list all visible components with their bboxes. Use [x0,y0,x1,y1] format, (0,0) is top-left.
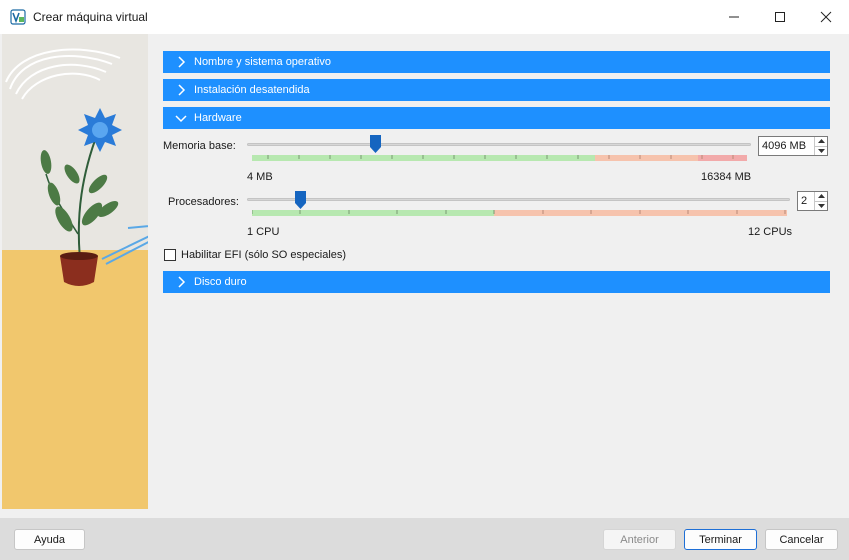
chevron-right-icon [178,56,186,68]
cancel-button[interactable]: Cancelar [765,529,838,550]
chevron-down-icon [175,115,187,123]
section-name-os[interactable]: Nombre y sistema operativo [163,51,830,73]
section-label: Instalación desatendida [194,84,310,96]
memory-slider-track[interactable] [247,143,751,146]
cpu-label: Procesadores: [168,196,239,208]
close-button[interactable] [803,0,849,34]
chevron-down-icon [817,203,825,208]
section-label: Nombre y sistema operativo [194,56,331,68]
section-label: Hardware [194,112,242,124]
cpu-spin-arrows [814,192,827,210]
memory-label: Memoria base: [163,140,236,152]
memory-spinbox[interactable]: 4096 MB [758,136,828,156]
section-unattended-install[interactable]: Instalación desatendida [163,79,830,101]
virtualbox-icon [10,9,26,25]
help-button[interactable]: Ayuda [14,529,85,550]
spin-down-button[interactable] [815,145,827,156]
cpu-min-label: 1 CPU [247,226,280,238]
efi-checkbox-label[interactable]: Habilitar EFI (sólo SO especiales) [181,249,346,261]
plant-illustration [2,34,148,509]
chevron-up-icon [817,194,825,199]
memory-ticks [267,155,734,159]
minimize-icon [729,16,739,18]
chevron-down-icon [817,148,825,153]
cpu-ticks [252,210,786,214]
finish-button[interactable]: Terminar [684,529,757,550]
cpu-max-label: 12 CPUs [748,226,793,238]
efi-checkbox[interactable] [164,249,176,261]
maximize-button[interactable] [757,0,803,34]
memory-min-label: 4 MB [247,171,273,183]
memory-slider-thumb[interactable] [370,135,381,153]
window-title: Crear máquina virtual [33,10,148,24]
chevron-right-icon [178,276,186,288]
cpu-spinbox[interactable]: 2 [797,191,828,211]
memory-value[interactable]: 4096 MB [759,137,814,155]
section-label: Disco duro [194,276,247,288]
spin-up-button[interactable] [815,192,827,201]
section-hard-disk[interactable]: Disco duro [163,271,830,293]
spin-down-button[interactable] [815,200,827,211]
memory-max-label: 16384 MB [701,171,752,183]
memory-spin-arrows [814,137,827,155]
cpu-slider-thumb[interactable] [295,191,306,209]
section-hardware[interactable]: Hardware [163,107,830,129]
title-bar: Crear máquina virtual [0,0,849,34]
cpu-value[interactable]: 2 [798,192,814,210]
chevron-up-icon [817,139,825,144]
chevron-right-icon [178,84,186,96]
minimize-button[interactable] [711,0,757,34]
wizard-illustration [2,34,148,509]
maximize-icon [775,12,785,22]
back-button[interactable]: Anterior [603,529,676,550]
close-icon [820,11,832,23]
spin-up-button[interactable] [815,137,827,146]
cpu-slider-track[interactable] [247,198,790,201]
